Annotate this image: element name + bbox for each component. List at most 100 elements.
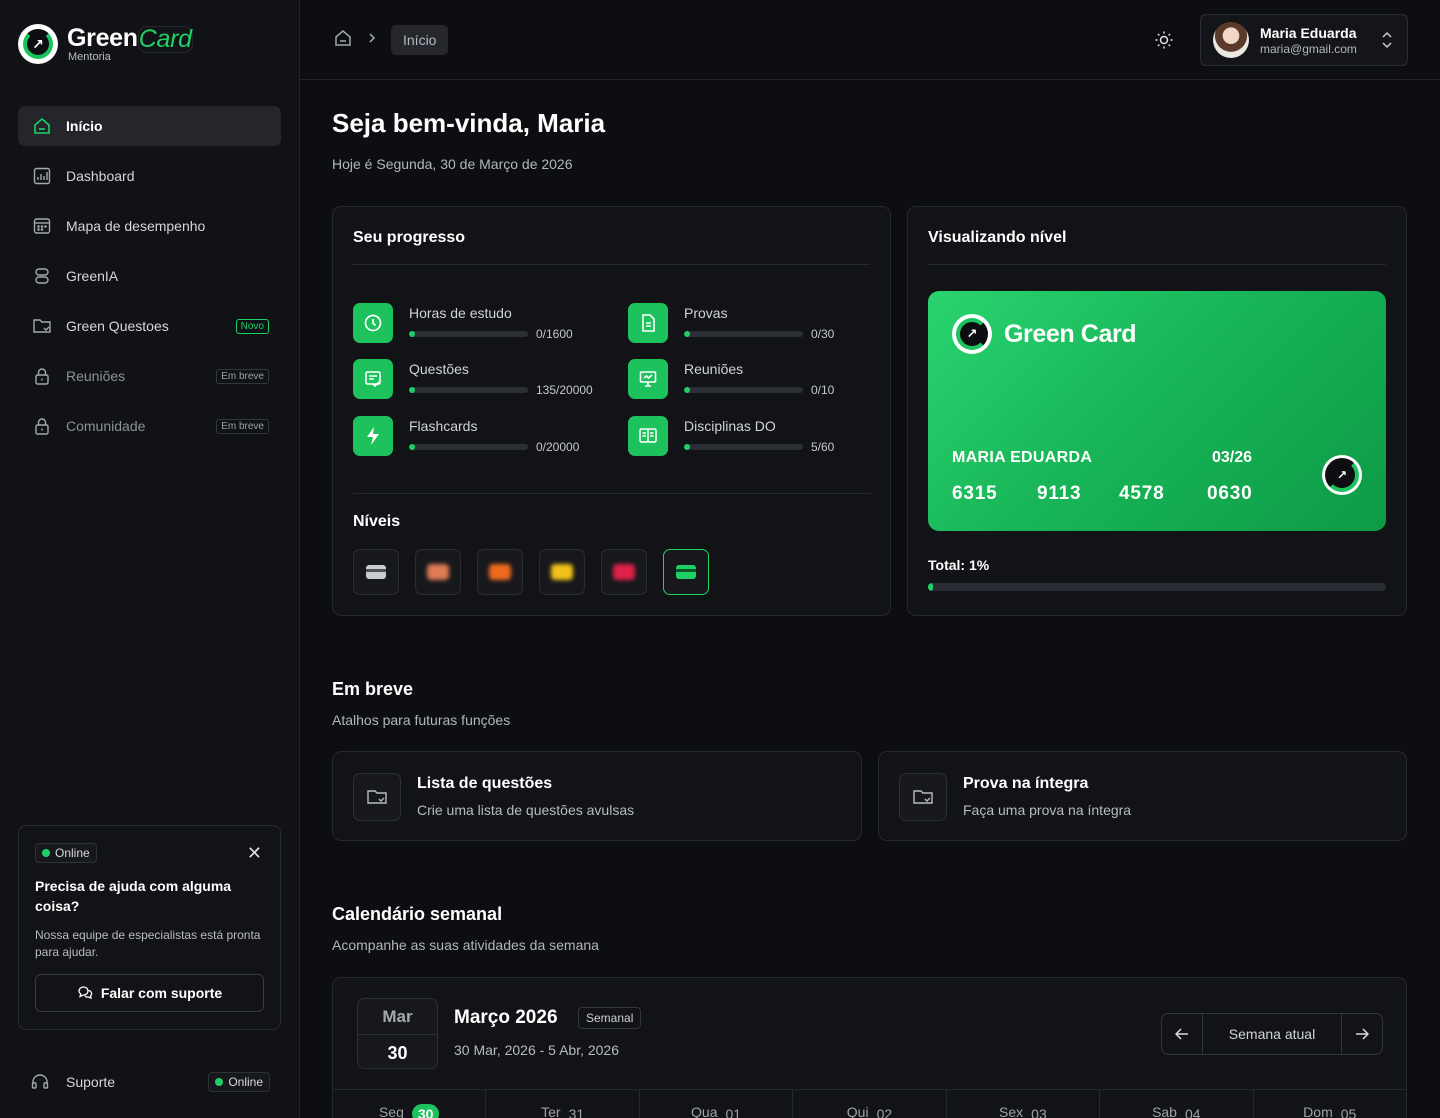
home-icon — [32, 116, 52, 136]
calendar-grid-icon — [32, 216, 52, 236]
sidebar-item-greenia[interactable]: GreenIA — [18, 256, 281, 296]
green-credit-card: ↗ Green Card MARIA EDUARDA 03/26 6315 91… — [928, 291, 1386, 531]
week-day[interactable]: Seg 30 — [333, 1090, 487, 1118]
calendar-section-subtitle: Acompanhe as suas atividades da semana — [332, 937, 599, 953]
coming-soon-badge: Em breve — [216, 368, 269, 384]
close-icon[interactable]: ✕ — [247, 844, 262, 862]
calendar-month-title: Março 2026 — [454, 1007, 558, 1028]
levels-list — [353, 549, 709, 595]
online-dot-icon — [215, 1078, 224, 1086]
online-status-badge: Online — [35, 843, 97, 863]
soon-lista-questoes[interactable]: Lista de questões Crie uma lista de ques… — [332, 751, 862, 841]
week-day[interactable]: Ter 31 — [486, 1090, 640, 1118]
database-icon — [32, 266, 52, 286]
week-day-number: 04 — [1184, 1106, 1201, 1118]
stat-provas: Provas 0/30 — [628, 303, 878, 343]
sidebar-item-mapa[interactable]: Mapa de desempenho — [18, 206, 281, 246]
headset-icon — [30, 1072, 50, 1092]
level-option-3[interactable] — [477, 549, 523, 595]
breadcrumb-current[interactable]: Início — [391, 25, 449, 55]
sidebar-item-inicio[interactable]: Início — [18, 106, 281, 146]
stat-horas-estudo: Horas de estudo 0/1600 — [353, 303, 603, 343]
breadcrumb: Início — [333, 25, 449, 55]
sidebar-item-label: Dashboard — [66, 168, 135, 184]
progress-bar — [409, 331, 528, 337]
stat-disciplinas: Disciplinas DO 5/60 — [628, 416, 878, 456]
online-dot-icon — [42, 849, 50, 857]
sidebar: ↗ Green Card Mentoria Início Dashboard Ma… — [0, 0, 300, 1118]
folder-check-icon — [32, 316, 52, 336]
topbar: Início Maria Eduarda maria@gmail.com — [300, 0, 1440, 80]
card-holder: MARIA EDUARDA — [952, 449, 1093, 466]
brand-logo[interactable]: ↗ Green Card Mentoria — [18, 24, 193, 64]
progress-bar — [409, 387, 528, 393]
progress-bar — [684, 387, 803, 393]
level-option-6[interactable] — [663, 549, 709, 595]
level-swatch — [489, 564, 511, 580]
level-swatch — [427, 564, 449, 580]
current-week-button[interactable]: Semana atual — [1202, 1014, 1342, 1054]
week-day-name: Qua — [691, 1104, 718, 1118]
calendar-date-badge: Mar 30 — [357, 998, 438, 1069]
document-icon — [628, 303, 668, 343]
user-menu[interactable]: Maria Eduarda maria@gmail.com — [1200, 14, 1408, 66]
card-number-group: 6315 — [952, 483, 998, 504]
lock-icon — [32, 366, 52, 386]
progress-bar — [684, 444, 803, 450]
greencard-logo-icon: ↗ — [952, 314, 992, 354]
theme-toggle-sun-icon[interactable] — [1152, 28, 1176, 52]
sidebar-item-suporte[interactable]: Suporte Online — [30, 1070, 270, 1094]
level-option-5[interactable] — [601, 549, 647, 595]
sidebar-item-green-questoes[interactable]: Green Questoes Novo — [18, 306, 281, 346]
week-day-number: 30 — [411, 1104, 440, 1118]
week-day-number: 02 — [876, 1106, 893, 1118]
week-day[interactable]: Sab 04 — [1100, 1090, 1254, 1118]
chevron-right-icon — [367, 31, 377, 49]
contact-support-button[interactable]: Falar com suporte — [35, 974, 264, 1012]
week-day-number: 05 — [1340, 1106, 1357, 1118]
calendar-nav: Semana atual — [1161, 1013, 1383, 1055]
sidebar-item-label: Comunidade — [66, 418, 146, 434]
user-email: maria@gmail.com — [1260, 41, 1357, 56]
greencard-logo-icon: ↗ — [18, 24, 58, 64]
weekly-calendar: Mar 30 Março 2026 Semanal 30 Mar, 2026 -… — [332, 977, 1407, 1118]
levels-title: Níveis — [353, 513, 401, 530]
sidebar-item-label: Green Questoes — [66, 318, 169, 334]
level-view-title: Visualizando nível — [928, 229, 1067, 246]
arrow-right-icon[interactable] — [1342, 1014, 1382, 1054]
sidebar-item-label: Mapa de desempenho — [66, 218, 206, 234]
home-icon[interactable] — [333, 28, 353, 53]
help-text: Nossa equipe de especialistas está pront… — [35, 928, 261, 959]
total-progress-label: Total: 1% — [928, 557, 990, 573]
book-icon — [628, 416, 668, 456]
level-option-2[interactable] — [415, 549, 461, 595]
coming-soon-badge: Em breve — [216, 418, 269, 434]
card-number-group: 4578 — [1119, 483, 1165, 504]
card-number-group: 0630 — [1207, 483, 1253, 504]
online-status-badge: Online — [208, 1072, 270, 1092]
sidebar-item-label: Reuniões — [66, 368, 126, 384]
card-brand: Green Card — [1004, 319, 1137, 348]
week-day-name: Dom — [1303, 1104, 1333, 1118]
week-day-number: 03 — [1031, 1106, 1047, 1118]
level-option-1[interactable] — [353, 549, 399, 595]
week-day[interactable]: Sex 03 — [947, 1090, 1101, 1118]
sidebar-item-dashboard[interactable]: Dashboard — [18, 156, 281, 196]
soon-prova-integra[interactable]: Prova na íntegra Faça uma prova na ínteg… — [878, 751, 1407, 841]
week-day[interactable]: Dom 05 — [1254, 1090, 1406, 1118]
arrow-left-icon[interactable] — [1162, 1014, 1202, 1054]
card-number-group: 9113 — [1037, 483, 1082, 504]
folder-check-icon — [353, 773, 401, 821]
chat-icon — [77, 984, 93, 1003]
card-emblem-icon: ↗ — [1322, 455, 1362, 495]
sidebar-nav: Início Dashboard Mapa de desempenho Gree… — [18, 106, 281, 456]
calendar-mode-badge: Semanal — [578, 1007, 642, 1029]
level-option-4[interactable] — [539, 549, 585, 595]
folder-check-icon — [899, 773, 947, 821]
week-day-name: Ter — [541, 1104, 561, 1118]
level-swatch — [613, 564, 635, 580]
week-day[interactable]: Qua 01 — [640, 1090, 794, 1118]
week-day[interactable]: Qui 02 — [793, 1090, 947, 1118]
soon-section-title: Em breve — [332, 679, 414, 699]
credit-card-icon — [676, 565, 696, 579]
